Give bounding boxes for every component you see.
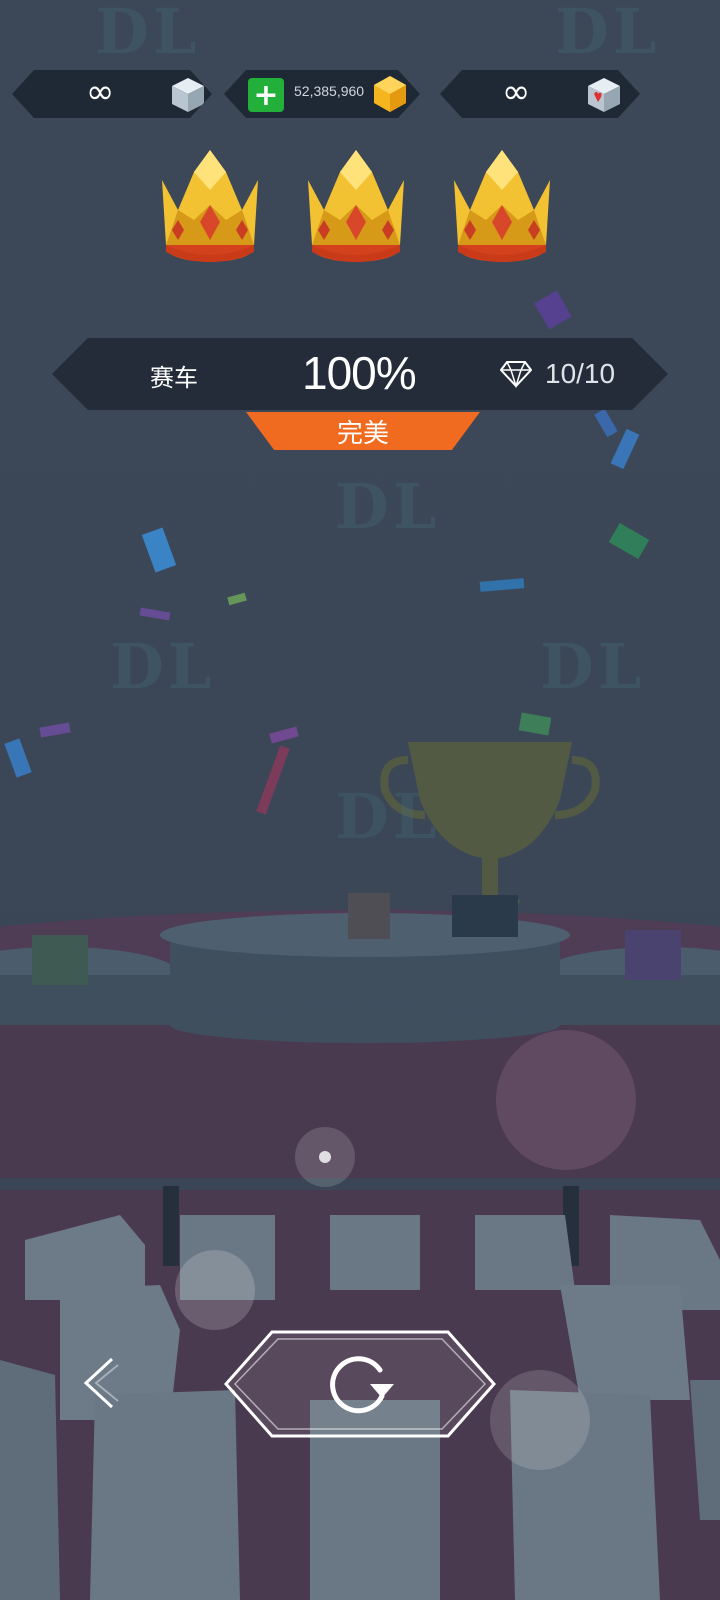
right-platform-side [555,975,720,1025]
lives-counter: ∞ [12,70,212,118]
mode-label: 赛车 [150,364,198,392]
lives-value: ∞ [86,72,109,112]
diamond-icon [500,361,532,388]
heart-cube-icon [586,76,622,114]
back-button[interactable] [78,1355,122,1411]
railing-post [163,1186,179,1266]
trophy-base [452,895,518,937]
watermark: DL [335,780,441,853]
grade-banner: 完美 [246,412,480,450]
watermark: DL [110,630,216,703]
purple-cube [625,930,681,980]
watermark: DL [95,0,201,68]
coin-value: 52,385,960 [294,83,365,99]
crown-icon [308,150,404,262]
plus-icon: + [253,77,279,113]
hearts-value: ∞ [502,72,525,112]
add-coins-button[interactable]: + [248,78,284,112]
gold-coin-icon [370,74,410,114]
completion-percent: 100% [302,347,417,399]
crown-icon [162,150,258,262]
grade-label: 完美 [336,418,389,449]
podium-bottom [170,1007,560,1043]
game-result-screen: DL DL DL DL DL DL ∞ + 52,385,960 ∞ 赛车 10… [0,0,720,1600]
watermark: DL [555,0,661,68]
chevron-left-icon [83,1357,114,1409]
coin-counter: + 52,385,960 [224,70,420,118]
gem-count: 10/10 [545,358,616,389]
crown-icon [454,150,550,262]
watermark: DL [335,470,441,543]
railing [0,1178,720,1190]
green-cube [32,935,88,985]
watermark: DL [540,630,646,703]
brown-cube [348,893,390,939]
hearts-counter: ∞ [440,70,640,118]
replay-button[interactable] [222,1330,498,1438]
